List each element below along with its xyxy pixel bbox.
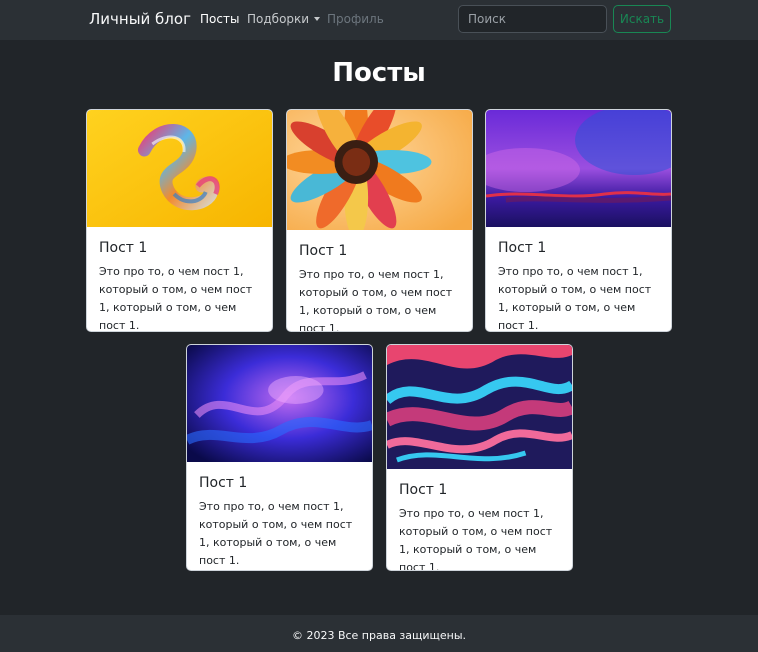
caret-down-icon [314,17,321,21]
post-text: Это про то, о чем пост 1, который о том,… [498,265,652,332]
navbar: Личный блог Посты Подборки Профиль Искат… [0,0,758,40]
post-text: Это про то, о чем пост 1, который о том,… [299,268,453,332]
nav-link-profile[interactable]: Профиль [327,12,384,26]
yellow-ribbon-swirl-image [87,110,272,227]
post-title: Пост 1 [399,482,448,498]
post-card[interactable]: Пост 1 Это про то, о чем пост 1, который… [386,344,573,571]
post-card[interactable]: Пост 1 Это про то, о чем пост 1, который… [86,109,273,332]
post-text: Это про то, о чем пост 1, который о том,… [99,265,253,332]
fluid-waves-image [387,345,572,469]
orange-petal-flower-image [287,110,472,230]
nav-dropdown-label: Подборки [247,12,310,26]
post-card[interactable]: Пост 1 Это про то, о чем пост 1, который… [485,109,672,332]
search-input[interactable] [458,5,607,33]
post-title: Пост 1 [299,243,348,259]
page-title: Посты [332,58,426,88]
search-button[interactable]: Искать [613,5,671,33]
blue-nebula-image [187,345,372,462]
brand-link[interactable]: Личный блог [89,10,191,28]
post-title: Пост 1 [99,240,148,256]
nav-dropdown-collections[interactable]: Подборки [247,12,321,26]
post-title: Пост 1 [199,475,248,491]
post-text: Это про то, о чем пост 1, который о том,… [399,507,553,571]
footer: © 2023 Все права защищены. [0,615,758,652]
post-card[interactable]: Пост 1 Это про то, о чем пост 1, который… [286,109,473,332]
post-title: Пост 1 [498,240,547,256]
purple-horizon-image [486,110,671,227]
nav-link-posts[interactable]: Посты [200,12,239,26]
post-text: Это про то, о чем пост 1, который о том,… [199,500,353,567]
post-card[interactable]: Пост 1 Это про то, о чем пост 1, который… [186,344,373,571]
copyright-text: © 2023 Все права защищены. [291,629,467,642]
